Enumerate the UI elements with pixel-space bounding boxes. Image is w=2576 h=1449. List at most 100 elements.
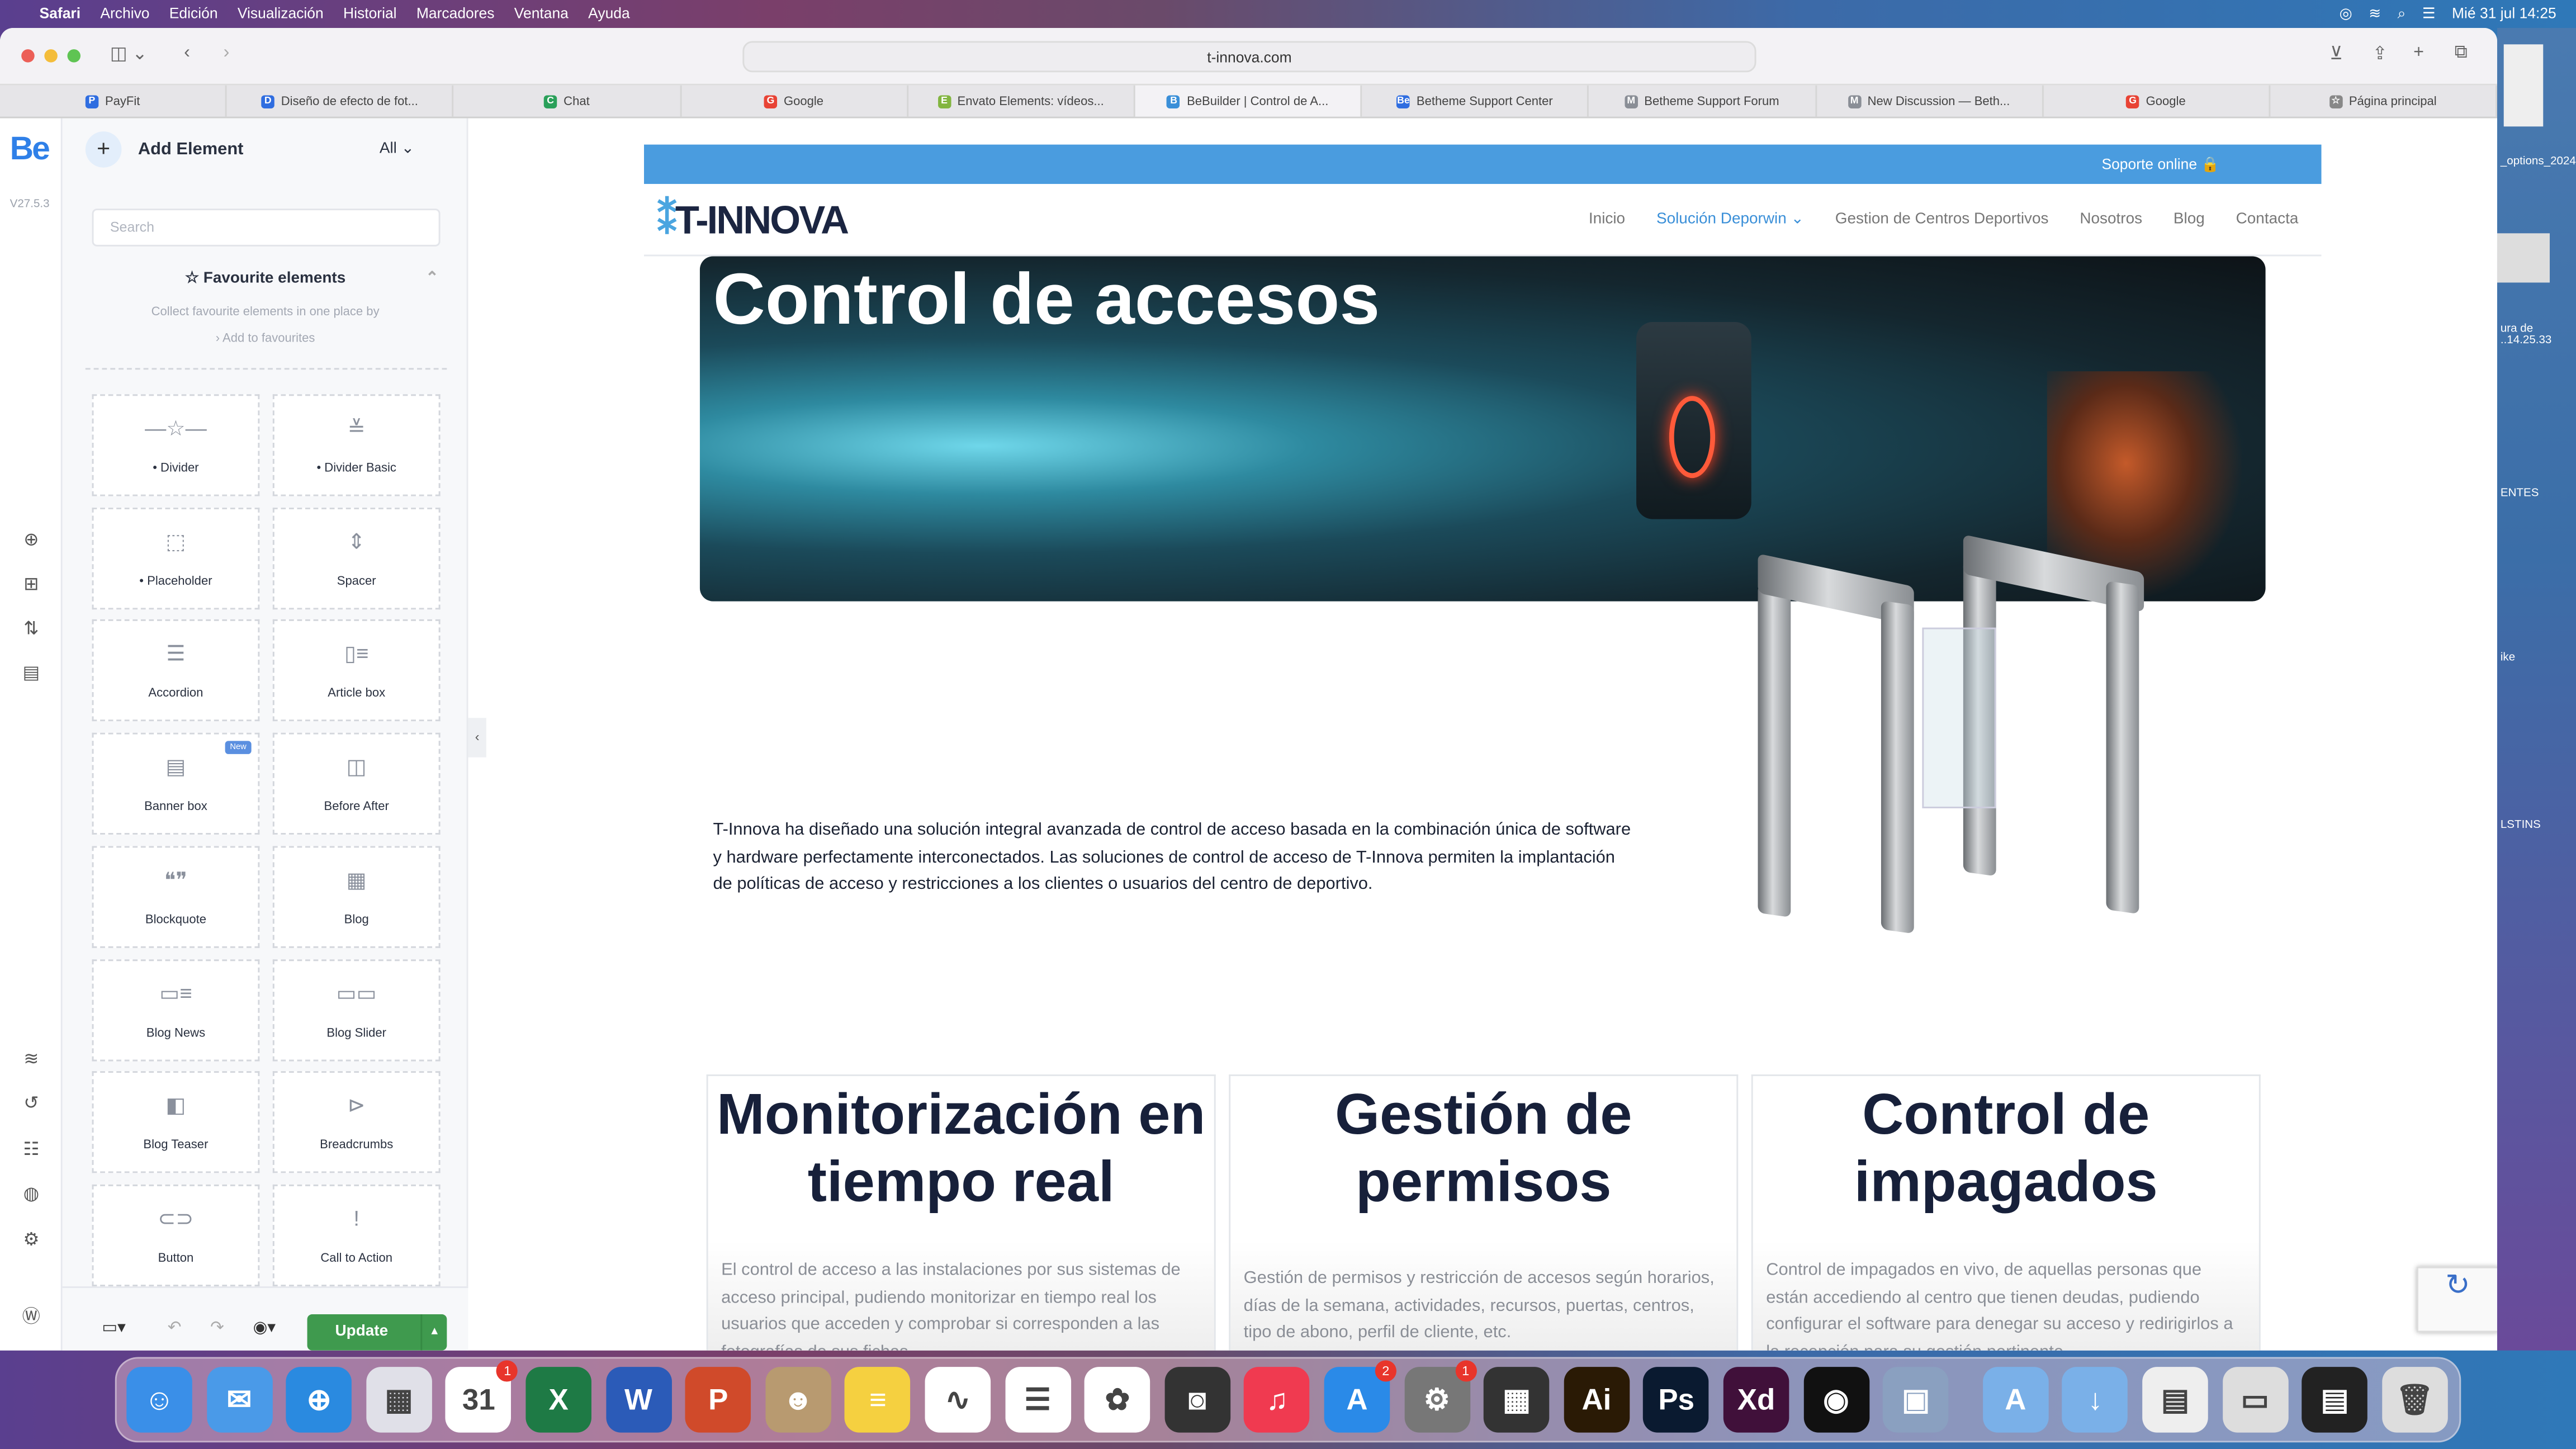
control-center-icon[interactable]: ☰ bbox=[2422, 4, 2436, 22]
clock[interactable]: Mié 31 jul 14:25 bbox=[2452, 5, 2556, 21]
element-card[interactable]: ◧ Blog Teaser bbox=[92, 1071, 260, 1173]
tab[interactable]: D Diseño de efecto de fot... bbox=[227, 85, 454, 117]
update-options-icon[interactable]: ▴ bbox=[420, 1314, 447, 1351]
screenshot-thumbnail[interactable] bbox=[2497, 233, 2550, 283]
nav-contacta[interactable]: Contacta bbox=[2236, 210, 2299, 228]
recent-1-icon[interactable]: ▤ bbox=[2142, 1367, 2208, 1433]
launchpad-icon[interactable]: ▦ bbox=[366, 1367, 432, 1433]
downloads-folder-icon[interactable]: ↓ bbox=[2062, 1367, 2128, 1433]
safari-icon[interactable]: ⊕ bbox=[286, 1367, 352, 1433]
menu-item[interactable]: Archivo bbox=[100, 5, 149, 21]
share-icon[interactable]: ⇪ bbox=[2373, 42, 2388, 64]
close-button[interactable] bbox=[21, 49, 35, 63]
calculator-icon[interactable]: ▦ bbox=[1484, 1367, 1550, 1433]
undo-icon[interactable]: ↶ bbox=[168, 1319, 182, 1337]
sort-icon[interactable]: ⇅ bbox=[18, 616, 44, 642]
wordpress-icon[interactable]: Ⓦ bbox=[18, 1304, 44, 1330]
sidebar-toggle-icon[interactable]: ◫ ⌄ bbox=[110, 42, 148, 64]
minimize-button[interactable] bbox=[44, 49, 58, 63]
trash-icon[interactable]: 🗑 bbox=[2381, 1367, 2448, 1433]
calendar-icon[interactable]: 31 1 bbox=[446, 1360, 518, 1433]
reminders-icon[interactable]: ☰ bbox=[1005, 1367, 1071, 1433]
tab-overview-icon[interactable]: ⧉ bbox=[2455, 42, 2468, 64]
forward-icon[interactable]: › bbox=[224, 42, 230, 62]
menu-item[interactable]: Edición bbox=[169, 5, 218, 21]
tab[interactable]: G Google bbox=[2043, 85, 2271, 117]
notes-icon[interactable]: ≡ bbox=[845, 1367, 911, 1433]
chevron-up-icon[interactable]: ⌃ bbox=[425, 269, 438, 287]
element-card[interactable]: ◫ Before After bbox=[272, 732, 441, 835]
desktop-file-label[interactable]: ura de ..14.25.33 bbox=[2501, 324, 2576, 347]
contacts-icon[interactable]: ☻ bbox=[765, 1367, 831, 1433]
element-card[interactable]: ⇕ Spacer bbox=[272, 507, 441, 609]
address-bar[interactable]: t-innova.com bbox=[742, 41, 1756, 73]
word-icon[interactable]: W bbox=[605, 1367, 671, 1433]
finder-icon[interactable]: ☺ bbox=[126, 1367, 192, 1433]
downloads-icon[interactable]: ⊻ bbox=[2329, 42, 2343, 64]
nav-gestion[interactable]: Gestion de Centros Deportivos bbox=[1835, 210, 2049, 228]
nav-inicio[interactable]: Inicio bbox=[1589, 210, 1625, 228]
screenshot-icon[interactable]: ◙ bbox=[1164, 1367, 1230, 1433]
update-button[interactable]: Update ▴ bbox=[307, 1314, 447, 1351]
redo-icon[interactable]: ↷ bbox=[210, 1319, 224, 1337]
freeform-icon[interactable]: ∿ bbox=[925, 1367, 991, 1433]
element-card[interactable]: ▭≡ Blog News bbox=[92, 958, 260, 1060]
element-card[interactable]: ▭▭ Blog Slider bbox=[272, 958, 441, 1060]
preview-icon[interactable]: ▣ bbox=[1883, 1367, 1949, 1433]
tab[interactable]: P PayFit bbox=[0, 85, 228, 117]
powerpoint-icon[interactable]: P bbox=[685, 1367, 751, 1433]
menu-item[interactable]: Ayuda bbox=[588, 5, 630, 21]
tab[interactable]: E Envato Elements: vídeos... bbox=[908, 85, 1135, 117]
history-icon[interactable]: ↺ bbox=[18, 1091, 44, 1117]
tab[interactable]: M New Discussion — Beth... bbox=[1816, 85, 2043, 117]
element-card[interactable]: ▦ Blog bbox=[272, 845, 441, 948]
system-settings-icon[interactable]: ⚙ 1 bbox=[1404, 1360, 1476, 1433]
search-icon[interactable]: ⌕ bbox=[2398, 4, 2406, 22]
preview-icon[interactable]: ◉▾ bbox=[253, 1319, 276, 1337]
tab[interactable]: G Google bbox=[681, 85, 908, 117]
status-icon[interactable]: ◎ bbox=[2340, 4, 2352, 22]
filter-dropdown[interactable]: All ⌄ bbox=[380, 140, 414, 158]
menu-item[interactable]: Marcadores bbox=[416, 5, 495, 21]
nav-nosotros[interactable]: Nosotros bbox=[2080, 210, 2142, 228]
zoom-button[interactable] bbox=[67, 49, 81, 63]
layers-icon[interactable]: ≋ bbox=[18, 1046, 44, 1073]
element-card[interactable]: —☆— • Divider bbox=[92, 394, 260, 496]
favourites-header[interactable]: ☆ Favourite elements ⌃ bbox=[63, 269, 468, 287]
desktop-file-label[interactable]: LSTINS bbox=[2501, 820, 2541, 831]
element-card[interactable]: ≚ • Divider Basic bbox=[272, 394, 441, 496]
recent-3-icon[interactable]: ▤ bbox=[2302, 1367, 2368, 1433]
menu-item[interactable]: Historial bbox=[343, 5, 397, 21]
tab[interactable]: ☆ Página principal bbox=[2270, 85, 2497, 117]
applications-folder-icon[interactable]: A bbox=[1982, 1367, 2049, 1433]
nav-solucion-deporwin[interactable]: Solución Deporwin ⌄ bbox=[1656, 210, 1804, 228]
photos-icon[interactable]: ✿ bbox=[1085, 1367, 1150, 1433]
menu-app[interactable]: Safari bbox=[40, 5, 81, 21]
file-icon[interactable] bbox=[2503, 44, 2544, 127]
element-card[interactable]: ❝❞ Blockquote bbox=[92, 845, 260, 948]
globe-icon[interactable]: ◍ bbox=[18, 1181, 44, 1208]
back-icon[interactable]: ‹ bbox=[184, 42, 190, 62]
tab[interactable]: M Betheme Support Forum bbox=[1589, 85, 1816, 117]
spotify-icon[interactable]: ◉ bbox=[1803, 1367, 1869, 1433]
xd-icon[interactable]: Xd bbox=[1723, 1367, 1789, 1433]
support-link[interactable]: Soporte online 🔒 bbox=[2101, 156, 2219, 172]
photoshop-icon[interactable]: Ps bbox=[1643, 1367, 1710, 1433]
settings-sliders-icon[interactable]: ☷ bbox=[18, 1137, 44, 1163]
nav-blog[interactable]: Blog bbox=[2174, 210, 2205, 228]
desktop-file-label[interactable]: ENTES bbox=[2501, 488, 2539, 500]
recaptcha-badge[interactable]: ↻ bbox=[2416, 1266, 2497, 1333]
element-card[interactable]: ⬚ • Placeholder bbox=[92, 507, 260, 609]
add-icon[interactable]: ⊕ bbox=[18, 527, 44, 553]
collapse-panel-button[interactable]: ‹ bbox=[468, 718, 486, 757]
wifi-icon[interactable]: ≋ bbox=[2369, 4, 2381, 22]
element-card[interactable]: ! Call to Action bbox=[272, 1184, 441, 1286]
menu-item[interactable]: Ventana bbox=[514, 5, 569, 21]
new-tab-icon[interactable]: + bbox=[2413, 42, 2424, 62]
templates-icon[interactable]: ▤ bbox=[18, 660, 44, 686]
desktop-file-label[interactable]: ike bbox=[2501, 652, 2515, 664]
music-icon[interactable]: ♫ bbox=[1244, 1367, 1310, 1433]
menu-item[interactable]: Visualización bbox=[238, 5, 324, 21]
gear-icon[interactable]: ⚙ bbox=[18, 1227, 44, 1253]
site-logo[interactable]: ⁑T-INNOVA bbox=[657, 197, 850, 245]
